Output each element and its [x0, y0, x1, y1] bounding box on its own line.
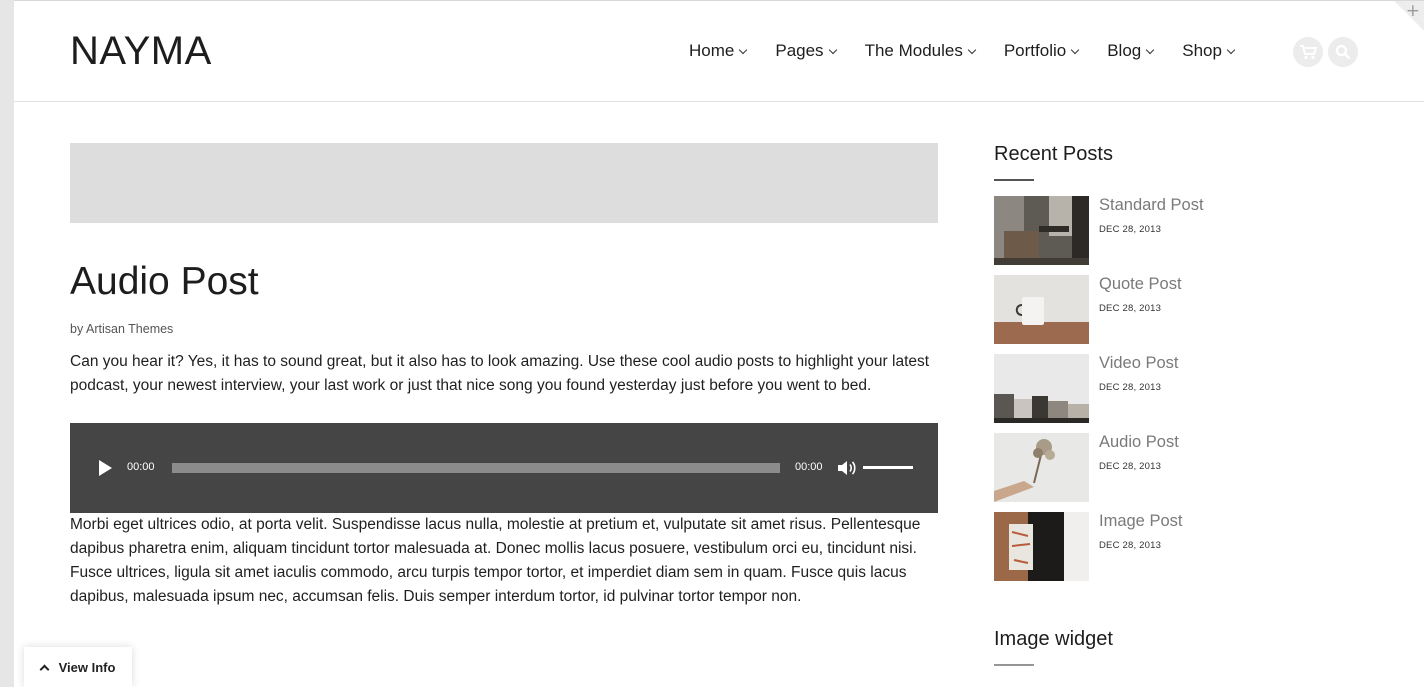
- recent-post-item[interactable]: Quote Post DEC 28, 2013: [994, 275, 1374, 344]
- main-nav: Home Pages The Modules Portfolio Blog Sh…: [689, 41, 1263, 61]
- chevron-down-icon: [828, 45, 837, 54]
- chevron-down-icon: [1226, 45, 1236, 54]
- recent-post-date: DEC 28, 2013: [1099, 224, 1162, 235]
- recent-post-item[interactable]: Audio Post DEC 28, 2013: [994, 433, 1374, 502]
- recent-post-item[interactable]: Video Post DEC 28, 2013: [994, 354, 1374, 423]
- nav-item-portfolio[interactable]: Portfolio: [1003, 41, 1080, 61]
- nav-label: Portfolio: [1003, 41, 1067, 60]
- audio-player: 00:00 00:00: [70, 423, 938, 513]
- volume-slider[interactable]: [863, 466, 913, 469]
- post-thumbnail[interactable]: [994, 354, 1089, 423]
- recent-post-title[interactable]: Standard Post: [1099, 196, 1204, 215]
- featured-banner: [70, 143, 938, 223]
- volume-icon[interactable]: [837, 459, 857, 477]
- cart-icon[interactable]: [1293, 37, 1323, 67]
- page-frame: + NAYMA Home Pages The Modules Portfolio…: [14, 0, 1424, 687]
- post-intro: Can you hear it? Yes, it has to sound gr…: [70, 353, 930, 394]
- post-thumbnail[interactable]: [994, 512, 1089, 581]
- site-header: NAYMA Home Pages The Modules Portfolio B…: [14, 1, 1424, 102]
- nav-item-blog[interactable]: Blog: [1107, 41, 1155, 61]
- chevron-down-icon: [739, 45, 748, 54]
- title-rule: [994, 179, 1034, 181]
- author-link[interactable]: Artisan Themes: [86, 322, 173, 336]
- nav-item-shop[interactable]: Shop: [1182, 41, 1236, 61]
- nav-item-modules[interactable]: The Modules: [864, 41, 977, 61]
- chevron-up-icon: [39, 664, 50, 674]
- bottom-fade: [14, 647, 1424, 687]
- recent-post-date: DEC 28, 2013: [1099, 461, 1162, 472]
- post-content: Audio Post by Artisan Themes Can you hea…: [70, 143, 938, 609]
- post-thumbnail[interactable]: [994, 275, 1089, 344]
- progress-rail[interactable]: [172, 463, 780, 473]
- sidebar: Recent Posts Standard Post DEC 28, 2013 …: [994, 143, 1374, 666]
- post-body: Morbi eget ultrices odio, at porta velit…: [70, 516, 921, 605]
- recent-post-title[interactable]: Quote Post: [1099, 275, 1182, 294]
- recent-post-title[interactable]: Image Post: [1099, 512, 1182, 531]
- view-info-label: View Info: [58, 659, 116, 675]
- recent-post-item[interactable]: Standard Post DEC 28, 2013: [994, 196, 1374, 265]
- chevron-down-icon: [1070, 45, 1080, 54]
- chevron-down-icon: [1146, 45, 1155, 54]
- recent-post-date: DEC 28, 2013: [1099, 382, 1162, 393]
- recent-posts-list: Standard Post DEC 28, 2013 Quote Post DE…: [994, 196, 1374, 581]
- play-icon[interactable]: [99, 460, 112, 476]
- post-thumbnail[interactable]: [994, 433, 1089, 502]
- site-logo[interactable]: NAYMA: [70, 29, 212, 74]
- current-time: 00:00: [127, 461, 155, 473]
- byline-prefix: by: [70, 322, 84, 336]
- duration: 00:00: [795, 461, 823, 473]
- post-thumbnail[interactable]: [994, 196, 1089, 265]
- nav-label: Shop: [1182, 41, 1222, 60]
- nav-item-pages[interactable]: Pages: [775, 41, 837, 61]
- post-byline: by Artisan Themes: [70, 322, 938, 336]
- recent-post-item[interactable]: Image Post DEC 28, 2013: [994, 512, 1374, 581]
- nav-label: Home: [689, 41, 735, 60]
- view-info-button[interactable]: View Info: [24, 647, 132, 687]
- nav-item-home[interactable]: Home: [689, 41, 748, 61]
- chevron-down-icon: [967, 45, 977, 54]
- recent-post-date: DEC 28, 2013: [1099, 303, 1162, 314]
- post-title: Audio Post: [70, 260, 259, 303]
- nav-label: Blog: [1107, 41, 1142, 60]
- recent-post-date: DEC 28, 2013: [1099, 540, 1162, 551]
- recent-post-title[interactable]: Audio Post: [1099, 433, 1179, 452]
- nav-label: The Modules: [864, 41, 963, 60]
- nav-label: Pages: [775, 41, 824, 60]
- search-icon[interactable]: [1328, 37, 1358, 67]
- recent-post-title[interactable]: Video Post: [1099, 354, 1179, 373]
- recent-posts-title: Recent Posts: [994, 143, 1113, 165]
